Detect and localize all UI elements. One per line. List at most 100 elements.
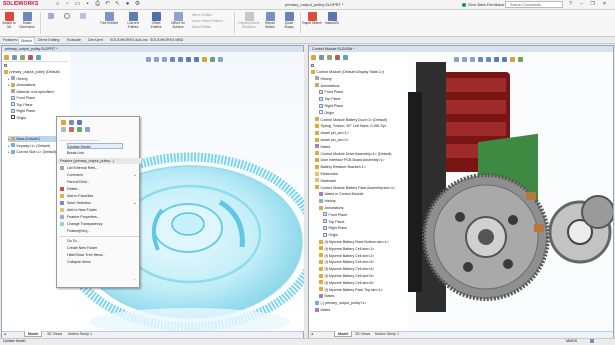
tree-item-annotations[interactable]: ▸ Annotations (8, 82, 35, 88)
circle-button[interactable] (60, 13, 74, 20)
view-settings-icon[interactable] (218, 57, 223, 62)
section-view-icon[interactable] (170, 57, 175, 62)
move-entities-label[interactable]: Move Entities (192, 25, 211, 29)
left-tab-model[interactable]: Model (24, 331, 43, 337)
hide-show-icon[interactable] (194, 57, 199, 62)
dimxpert-tab-icon[interactable] (28, 55, 33, 60)
tree-item[interactable]: Hardware (315, 178, 336, 184)
instant2d-button[interactable]: Instant2D (324, 12, 340, 26)
tree-item[interactable]: Control Module Battery Door<1> (Default) (315, 117, 387, 123)
minimize-button[interactable]: – (578, 1, 585, 8)
propertymanager-tab-icon[interactable] (12, 55, 17, 60)
tree-item[interactable]: Control Module (Default<Display State-1>… (311, 69, 384, 75)
solidworks-logo[interactable]: SOLIDWORKS (3, 1, 38, 9)
mirror-entities-label[interactable]: Mirror Entities (192, 13, 212, 17)
tree-item[interactable]: Origin (319, 110, 334, 116)
tree-item[interactable]: Mates in Control Module (319, 191, 363, 197)
filter-icon[interactable] (311, 64, 314, 67)
tree-item[interactable]: dowel pin_pin<2> (315, 137, 349, 143)
tree-item[interactable]: Control Module Drive Assembly<1> (Defaul… (315, 151, 392, 157)
featuremanager-tab-icon[interactable] (4, 55, 9, 60)
rebuild-status-icon[interactable] (590, 339, 594, 343)
undo-icon[interactable]: ↶ (104, 1, 111, 8)
close-button[interactable]: ✕ (601, 1, 608, 8)
tree-item[interactable]: Front Plane (323, 212, 347, 218)
section-view-icon[interactable] (478, 57, 483, 62)
tree-item[interactable]: (f) Myorme Battery Rack Bottom.sim<1> (319, 239, 389, 245)
offset-entities-button[interactable]: Offset Entities (146, 12, 166, 29)
save-icon[interactable]: ▪ (84, 1, 91, 8)
menu-comment[interactable]: Comment (67, 172, 83, 178)
configurationmanager-tab-icon[interactable] (327, 55, 332, 60)
rebuild-icon[interactable]: ● (124, 1, 131, 8)
tree-item[interactable]: User Interface PCB Board Assembly<1> (315, 157, 385, 163)
tree-item[interactable]: (f) Myorme Battery Cell.sim<3> (319, 259, 374, 265)
tree-item[interactable]: Right Plane (319, 103, 343, 109)
hide-icon[interactable] (69, 127, 74, 132)
display-manager-tab-icon[interactable] (343, 55, 348, 60)
display-style-icon[interactable] (186, 57, 191, 62)
tree-item[interactable]: Mates (319, 293, 334, 299)
view-orientation-icon[interactable] (486, 57, 491, 62)
convert-entities-button[interactable]: Convert Entities (122, 12, 144, 29)
tree-item[interactable]: (f) Myorme Battery Cell.sim<4> (319, 266, 374, 272)
open-icon[interactable]: ▭ (74, 1, 81, 8)
tree-item[interactable]: Front Plane (319, 89, 343, 95)
right-tab-model[interactable]: Model (334, 331, 353, 337)
right-tab-motion-study[interactable]: Motion Study 1 (372, 331, 402, 337)
menu-delete[interactable]: Delete... (67, 186, 80, 192)
unit-system-indicator[interactable]: MMGS (566, 339, 577, 343)
tree-item[interactable]: Control Module Battery Pack Assembly.sim… (315, 185, 395, 191)
zoom-area-icon[interactable] (154, 57, 159, 62)
previous-view-icon[interactable] (470, 57, 475, 62)
linear-pattern-label[interactable]: Linear Sketch Pattern (192, 19, 223, 23)
menu-expand-chevron-icon[interactable]: ⌄ (133, 277, 136, 281)
tree-item-keyway[interactable]: ▸ Keyway<1> (Default) (8, 143, 50, 149)
propertymanager-tab-icon[interactable] (319, 55, 324, 60)
arc-button[interactable] (76, 13, 90, 20)
appearance-icon[interactable] (510, 57, 515, 62)
tab-dimxpert[interactable]: DimXpert (86, 37, 105, 44)
tree-item[interactable]: Top Plane (323, 219, 344, 225)
tree-item[interactable]: Mates (315, 307, 330, 313)
tree-item-curved-slot[interactable]: ▸ Curved Slot<1> (Default) (8, 149, 56, 155)
tree-item[interactable]: Mates (315, 144, 330, 150)
beta-feedback-link[interactable]: Give Beta Feedback (468, 2, 504, 7)
menu-change-transparency[interactable]: Change Transparency (67, 221, 102, 227)
appearance-icon[interactable] (202, 57, 207, 62)
menu-go-to[interactable]: Go To... (67, 238, 80, 244)
rapid-sketch-button[interactable]: Rapid Sketch (302, 12, 322, 26)
hide-show-icon[interactable] (502, 57, 507, 62)
tree-item-front-plane[interactable]: Front Plane (11, 95, 35, 101)
tree-item[interactable]: dowel pin_pin<1> (315, 130, 349, 136)
display-delete-relations-button[interactable]: Display/Delete Relations (236, 12, 262, 29)
tree-item[interactable]: (-) primary_output_pulley<1> (315, 300, 367, 306)
rollback-icon[interactable] (61, 127, 66, 132)
sketch-tools-button[interactable] (44, 13, 58, 20)
zoom-fit-icon[interactable] (454, 57, 459, 62)
tree-item[interactable]: (f) Myorme Battery Cell.sim<5> (319, 273, 374, 279)
appearance-icon[interactable] (77, 127, 82, 132)
suppress-icon[interactable] (77, 120, 82, 125)
menu-feature-info[interactable]: Feature[Info]... (67, 228, 90, 234)
scene-icon[interactable] (210, 57, 215, 62)
tree-item[interactable]: (f) Myorme Battery Cell.sim<6> (319, 280, 374, 286)
tree-item-origin[interactable]: Origin (11, 115, 26, 121)
edit-feature-icon[interactable] (61, 120, 66, 125)
restore-button[interactable]: ❐ (589, 1, 596, 8)
tree-item[interactable]: (f) Myorme Battery Pack Top.sim<1> (319, 287, 383, 293)
menu-add-to-favorites[interactable]: Add to Favorites (67, 193, 93, 199)
search-commands-input[interactable]: Search Commands (505, 1, 563, 8)
tree-item-selected-feature[interactable]: ▸ Boss-Extrude1 (8, 136, 56, 143)
scroll-left-icon[interactable]: ◂ (4, 332, 6, 336)
tree-item[interactable]: Spring, Torsion, 90° Left Hand, 0.266 Sp… (315, 123, 386, 129)
featuremanager-tab-icon[interactable] (311, 55, 316, 60)
menu-list-external-refs[interactable]: List External Refs... (67, 165, 98, 171)
tab-direct-editing[interactable]: Direct Editing (36, 37, 61, 44)
switch-3d-button[interactable]: Switch to 3D (2, 12, 16, 29)
new-document-icon[interactable]: ▫ (64, 1, 71, 8)
quick-snaps-button[interactable]: Quick Snaps (281, 12, 297, 29)
more-icon[interactable] (85, 127, 90, 132)
tree-item[interactable]: Right Plane (323, 225, 347, 231)
configurationmanager-tab-icon[interactable] (20, 55, 25, 60)
